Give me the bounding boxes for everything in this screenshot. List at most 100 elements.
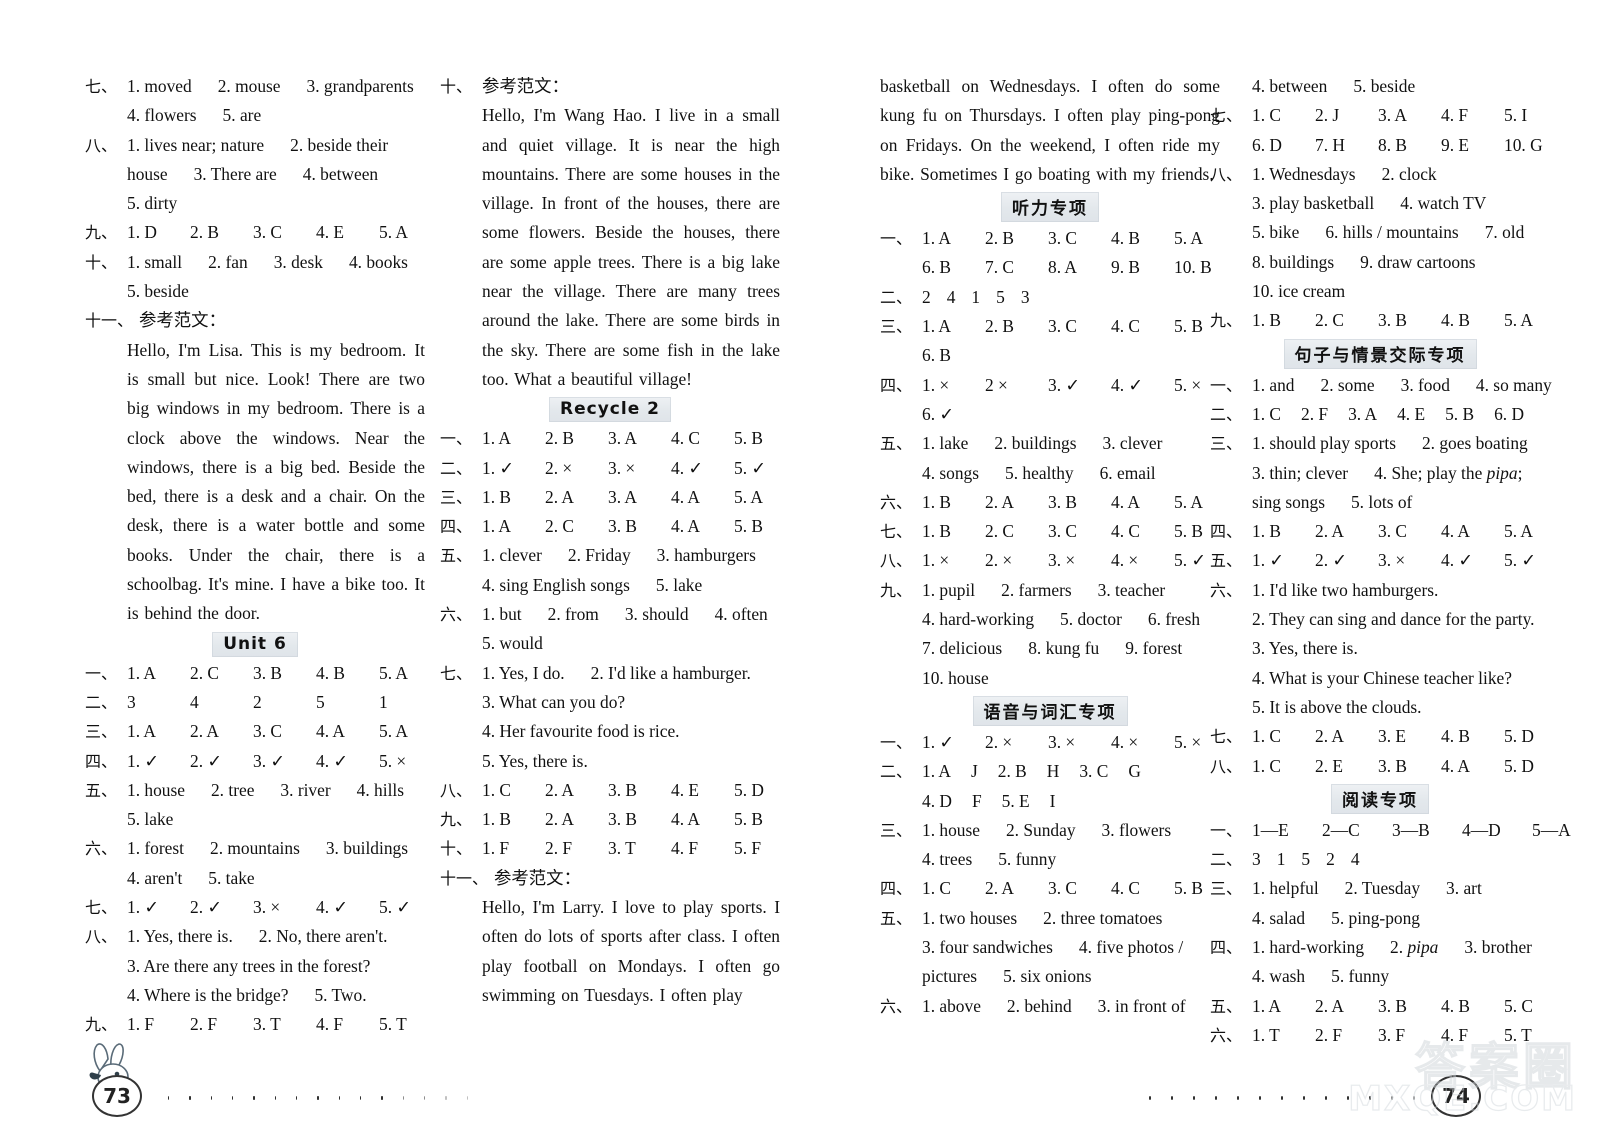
answer-line-number: 七、 xyxy=(1210,727,1243,747)
answer-item: 1. B xyxy=(482,809,511,830)
answer-item: 1. A xyxy=(482,428,511,449)
page-number-right: 74 xyxy=(1431,1075,1481,1117)
answer-line: 二、 1. C 2. F 3. A 4. E 5. B 6. D xyxy=(1210,400,1550,429)
answer-item: 2. A xyxy=(545,779,574,800)
answer-item: 4. Her favourite food is rice. xyxy=(482,721,680,742)
answer-line-items: 1. × 2. × 3. × 4. × 5. ✓ xyxy=(922,546,1237,575)
answer-line: 四、 1. A 2. C 3. B 4. A 5. B xyxy=(440,512,780,541)
answer-line-number: 九、 xyxy=(85,223,118,243)
answer-line: 六、 1. forest 2. mountains 3. buildings xyxy=(85,834,425,863)
answer-item: 3. Yes, there is. xyxy=(1252,638,1358,659)
section-heading-label: 句子与情景交际专项 xyxy=(1283,338,1477,369)
answer-item: 4. F xyxy=(316,1014,344,1035)
answer-line-number: 一、 xyxy=(1210,375,1243,395)
answer-line: 二、 1. A J 2. B H 3. C G xyxy=(880,757,1220,786)
section-heading-label: 阅读专项 xyxy=(1331,783,1429,814)
answer-item: 3. B xyxy=(1378,755,1407,776)
answer-item: 2. F xyxy=(545,838,573,859)
answer-item: 5. dirty xyxy=(127,193,178,214)
answer-item: 2. C xyxy=(545,516,574,537)
col3-block-group-2: 一、 1. ✓ 2. × 3. × 4. × 5. × 二、 1. A J 2. B H 3. CG4… xyxy=(880,728,1220,1021)
answer-item: 1. ✓ xyxy=(922,731,954,752)
answer-item: 2. Friday xyxy=(567,545,631,566)
answer-item: 1. × xyxy=(922,550,950,571)
answer-line-items: 1. Yes, I do. 2. I'd like a hamburger. xyxy=(482,659,780,688)
answer-line-number: 四、 xyxy=(1210,938,1243,958)
answer-line: 五、 1. A 2. A 3. B 4. B 5. C xyxy=(1210,992,1550,1021)
footer-dot-rule-left xyxy=(168,1095,488,1101)
answer-item: 1 xyxy=(379,691,388,712)
answer-line-continuation: 4. flowers 5. are xyxy=(85,101,425,130)
answer-line-number: 二、 xyxy=(440,458,473,478)
answer-line-continuation: 4. aren't 5. take xyxy=(85,864,425,893)
answer-line-items: 1. moved 2. mouse 3. grandparents xyxy=(127,72,425,101)
answer-item: 1. C xyxy=(1252,403,1281,424)
answer-item: 1. B xyxy=(1252,310,1281,331)
section-heading-label: 听力专项 xyxy=(1001,192,1099,223)
answer-item: 1. C xyxy=(1252,726,1281,747)
answer-line-continuation: 7. delicious 8. kung fu 9. forest xyxy=(880,634,1220,663)
answer-line: 八、 1. C 2. E 3. B 4. A 5. D xyxy=(1210,752,1550,781)
answer-line: 3. thin; clever 4. She; play the pipa; xyxy=(1210,459,1550,488)
answer-line-continuation: 5. It is above the clouds. xyxy=(1210,693,1550,722)
answer-line: 二、 3 1 5 2 4 xyxy=(1210,845,1550,874)
answer-line-continuation: 6. D 7. H 8. B 9. E 10. G xyxy=(1210,131,1567,160)
answer-item: 3. C xyxy=(1048,228,1077,249)
answer-item: 5. lots of xyxy=(1350,491,1413,512)
answer-line-items: 1. lives near; nature 2. beside their xyxy=(127,131,425,160)
answer-item: 3. clever xyxy=(1102,433,1163,454)
answer-line-items: 1. I'd like two hamburgers. xyxy=(1252,576,1550,605)
answer-item: 5. funny xyxy=(1331,966,1390,987)
answer-item: 3. play basketball xyxy=(1252,193,1375,214)
answer-item: 5. six onions xyxy=(1003,966,1092,987)
answer-item: 2. Sunday xyxy=(1005,819,1076,840)
answer-item: 9. draw cartoons xyxy=(1360,251,1476,272)
answer-line: 一、 1—E 2—C 3—B 4—D 5—A xyxy=(1210,816,1571,845)
answer-item: 2. × xyxy=(545,457,573,478)
answer-item: 1. but xyxy=(482,604,522,625)
answer-item: 2. from xyxy=(547,604,599,625)
answer-line: 4. Where is the bridge? 5. Two. xyxy=(85,981,425,1010)
answer-line: pictures 5. six onions xyxy=(880,962,1220,991)
answer-item: 3. buildings xyxy=(325,838,408,859)
answer-line: 五、 1. lake 2. buildings 3. clever xyxy=(880,429,1220,458)
answer-line: 4. between 5. beside xyxy=(1210,72,1550,101)
answer-item: 7. H xyxy=(1315,134,1345,155)
answer-line-number: 八、 xyxy=(85,927,118,947)
answer-item: 2. tree xyxy=(210,779,255,800)
answer-item: 2. A xyxy=(985,878,1014,899)
answer-item: 3. B xyxy=(1378,310,1407,331)
answer-line-continuation: 4. sing English songs 5. lake xyxy=(440,571,780,600)
answer-item: 4. five photos / xyxy=(1078,937,1184,958)
answer-line: 4. wash 5. funny xyxy=(1210,962,1550,991)
answer-item: 4. A xyxy=(671,516,700,537)
answer-item: 1. C xyxy=(1252,105,1281,126)
answer-line-items: 1. Wednesdays 2. clock xyxy=(1252,160,1550,189)
answer-line: 6. B 7. C 8. A 9. B 10. B xyxy=(880,253,1220,282)
answer-item: 3. thin; clever xyxy=(1252,462,1349,483)
answer-item: 7. old xyxy=(1484,222,1525,243)
answer-item: 2. Tuesday xyxy=(1344,878,1421,899)
answer-line: 3. four sandwiches 4. five photos / xyxy=(880,933,1220,962)
answer-item: 10. G xyxy=(1504,134,1543,155)
answer-item: 2. B xyxy=(985,228,1014,249)
answer-item: 参考范文： xyxy=(482,76,569,96)
answer-item: 3. C xyxy=(1048,521,1077,542)
answer-line-number: 十、 xyxy=(440,839,473,859)
answer-item: 2 xyxy=(253,691,262,712)
answer-line-items: 1. forest 2. mountains 3. buildings xyxy=(127,834,425,863)
answer-line-number: 七、 xyxy=(1210,106,1243,126)
answer-item: 2. A xyxy=(190,721,219,742)
answer-line-number: 二、 xyxy=(1210,850,1243,870)
answer-line-number: 八、 xyxy=(880,551,913,571)
answer-line: 六、 1. above 2. behind 3. in front of xyxy=(880,992,1220,1021)
answer-item: 1. ✓ xyxy=(127,750,159,771)
answer-line-items: 参考范文： xyxy=(139,306,425,335)
answer-item: 4. A xyxy=(671,486,700,507)
answer-item: 1. Wednesdays xyxy=(1252,163,1356,184)
answer-line-items: 1. ✓ 2. × 3. × 4. ✓ 5. ✓ xyxy=(482,454,797,483)
answer-line-items: 1. pupil 2. farmers 3. teacher xyxy=(922,576,1220,605)
answer-item: 4. E xyxy=(1397,403,1426,424)
answer-line-items: 1. C 2. J 3. A 4. F 5. I xyxy=(1252,101,1567,130)
answer-line: 三、 1. house 2. Sunday 3. flowers xyxy=(880,816,1220,845)
